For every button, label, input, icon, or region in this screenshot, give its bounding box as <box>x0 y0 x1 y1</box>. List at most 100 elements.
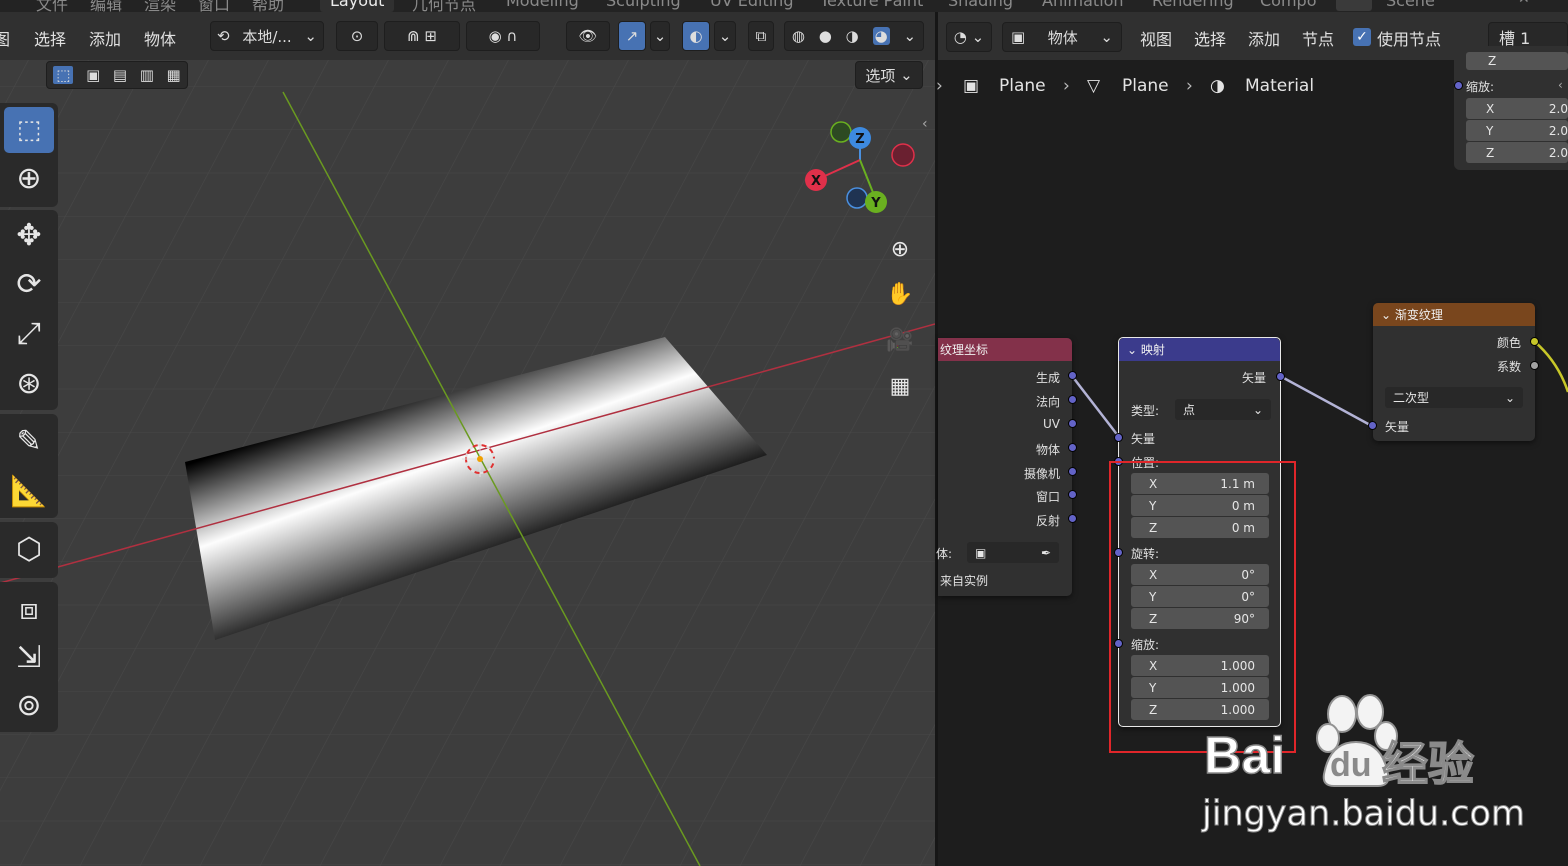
use-nodes-checkbox[interactable]: ✓ <box>1353 28 1371 46</box>
select-invert-icon[interactable]: ▥ <box>140 66 154 84</box>
overlay-toggle[interactable]: ◐ <box>682 21 710 51</box>
socket-vector-out[interactable] <box>1276 372 1285 381</box>
close-icon[interactable]: ✕ <box>1518 0 1530 7</box>
visibility-button[interactable]: 👁 <box>566 21 610 51</box>
ortho-toggle-button[interactable]: ▦ <box>882 368 918 404</box>
scale-tool[interactable]: ⤢ <box>4 310 54 356</box>
proportional-edit-button[interactable]: ◉ ∩ <box>466 21 540 51</box>
node-header[interactable]: 纹理坐标 <box>938 338 1072 361</box>
xray-toggle[interactable]: ⧉ <box>748 21 774 51</box>
mapping-type-dropdown[interactable]: 点 ⌄ <box>1175 399 1271 420</box>
rendered-shading-icon[interactable]: ◕ <box>872 27 890 45</box>
overlay-scale-x[interactable]: X 2.0 <box>1466 98 1568 119</box>
menu-select[interactable]: 选择 <box>34 26 66 50</box>
options-dropdown[interactable]: 选项 ⌄ <box>855 61 923 89</box>
socket-reflection[interactable] <box>1068 514 1077 523</box>
gradient-type-dropdown[interactable]: 二次型 ⌄ <box>1385 387 1523 408</box>
menu-add[interactable]: 添加 <box>1248 26 1280 50</box>
socket-color[interactable] <box>1530 337 1539 346</box>
shading-mode-group[interactable]: ◍ ● ◑ ◕ ⌄ <box>784 21 924 51</box>
rotate-tool[interactable]: ⟳ <box>4 261 54 307</box>
tab-rendering[interactable]: Rendering <box>1152 0 1234 10</box>
socket-camera[interactable] <box>1068 467 1077 476</box>
gizmo-toggle[interactable]: ↗ <box>618 21 646 51</box>
menu-render[interactable]: 渲染 <box>144 0 176 12</box>
move-tool[interactable]: ✥ <box>4 212 54 258</box>
menu-view[interactable]: 视图 <box>1140 26 1172 50</box>
shrink-tool[interactable]: ⇲ <box>4 634 54 680</box>
select-box-tool[interactable]: ⬚ <box>4 107 54 153</box>
tab-sculpting[interactable]: Sculpting <box>606 0 681 10</box>
material-preview-icon[interactable]: ◑ <box>846 27 859 45</box>
socket-vector-in[interactable] <box>1368 421 1377 430</box>
tab-geometry-nodes[interactable]: 几何节点 <box>412 0 476 12</box>
menu-view[interactable]: 图 <box>0 26 10 50</box>
annotate-tool[interactable]: ✎ <box>4 418 54 464</box>
collapse-chevron-icon[interactable]: ⌄ <box>1381 308 1391 322</box>
transform-frame-tool[interactable]: ⧈ <box>4 586 54 632</box>
node-header[interactable]: ⌄ 渐变纹理 <box>1373 303 1535 326</box>
transform-tool[interactable]: ⊛ <box>4 360 54 406</box>
select-new-icon[interactable]: ⬚ <box>53 66 74 84</box>
select-mode-group[interactable]: ⬚ ▣ ▤ ▥ ▦ <box>46 61 188 89</box>
select-intersect-icon[interactable]: ▦ <box>166 66 180 84</box>
socket-object[interactable] <box>1068 443 1077 452</box>
snap-button[interactable]: ⋒ ⊞ <box>384 21 460 51</box>
overlay-dropdown[interactable]: ⌄ <box>714 21 736 51</box>
gradient-texture-node[interactable]: ⌄ 渐变纹理 颜色 系数 二次型 ⌄ 矢量 <box>1368 303 1539 441</box>
menu-window[interactable]: 窗口 <box>198 0 230 12</box>
menu-help[interactable]: 帮助 <box>252 0 284 12</box>
chevron-down-icon: ⌄ <box>1100 28 1113 46</box>
socket-normal[interactable] <box>1068 395 1077 404</box>
tab-texture-paint[interactable]: Texture Paint <box>820 0 923 10</box>
select-extend-icon[interactable]: ▣ <box>86 66 100 84</box>
tab-layout[interactable]: Layout <box>320 0 395 12</box>
wireframe-shading-icon[interactable]: ◍ <box>792 27 805 45</box>
chevron-down-icon[interactable]: ⌄ <box>903 27 916 45</box>
tab-shading[interactable]: Shading <box>948 0 1013 10</box>
overlay-top-field[interactable]: Z <box>1466 52 1568 70</box>
pan-button[interactable]: ✋ <box>882 276 918 312</box>
pivot-point-button[interactable]: ⊙ <box>336 21 378 51</box>
texture-coordinate-node[interactable]: 纹理坐标 生成 法向 UV 物体 摄像机 窗口 反射 体: ▣ ✒ 来自实例 <box>936 338 1077 596</box>
socket-factor[interactable] <box>1530 361 1539 370</box>
tab-compositing[interactable]: Compo <box>1260 0 1317 10</box>
menu-add[interactable]: 添加 <box>89 26 121 50</box>
overlay-scale-socket[interactable] <box>1454 81 1463 90</box>
menu-select[interactable]: 选择 <box>1194 26 1226 50</box>
menu-file[interactable]: 文件 <box>36 0 68 12</box>
socket-uv[interactable] <box>1068 419 1077 428</box>
overlay-scale-z[interactable]: Z 2.0 <box>1466 142 1568 163</box>
transform-orientation-dropdown[interactable]: ⟲ 本地/... ⌄ <box>210 21 324 51</box>
tab-uv-editing[interactable]: UV Editing <box>710 0 793 10</box>
scene-icon[interactable] <box>1336 0 1372 11</box>
solid-shading-icon[interactable]: ● <box>819 27 832 45</box>
menu-node[interactable]: 节点 <box>1302 26 1334 50</box>
menu-object[interactable]: 物体 <box>144 26 176 50</box>
cursor-tool[interactable]: ⊕ <box>4 155 54 201</box>
tab-modeling[interactable]: Modeling <box>506 0 579 10</box>
menu-edit[interactable]: 编辑 <box>90 0 122 12</box>
editor-type-button[interactable]: ◔ ⌄ <box>946 22 992 52</box>
orbit-tool[interactable]: ⊚ <box>4 682 54 728</box>
gizmo-dropdown[interactable]: ⌄ <box>650 21 670 51</box>
socket-generated[interactable] <box>1068 371 1077 380</box>
overlay-scale-y[interactable]: Y 2.0 <box>1466 120 1568 141</box>
scene-name[interactable]: Scene <box>1386 0 1435 10</box>
object-mode-dropdown[interactable]: ▣ 物体 ⌄ <box>1002 22 1122 52</box>
tab-animation[interactable]: Animation <box>1042 0 1124 10</box>
navigation-gizmo[interactable]: Z X Y <box>790 110 930 230</box>
socket-window[interactable] <box>1068 490 1077 499</box>
collapse-chevron-icon[interactable]: ⌄ <box>1127 343 1137 357</box>
eyedropper-icon[interactable]: ✒ <box>1041 546 1051 560</box>
socket-vector-in[interactable] <box>1114 433 1123 442</box>
zoom-button[interactable]: ⊕ <box>882 231 918 267</box>
chevron-down-icon: ⌄ <box>304 27 317 45</box>
add-cube-tool[interactable]: ⬡ <box>4 526 54 572</box>
object-picker[interactable]: ▣ ✒ <box>967 542 1059 563</box>
node-header[interactable]: ⌄ 映射 <box>1119 338 1280 361</box>
camera-view-button[interactable]: 🎥 <box>882 322 918 358</box>
measure-tool[interactable]: 📐 <box>4 468 54 514</box>
select-subtract-icon[interactable]: ▤ <box>113 66 127 84</box>
sidebar-toggle-icon[interactable]: ‹ <box>922 116 928 132</box>
